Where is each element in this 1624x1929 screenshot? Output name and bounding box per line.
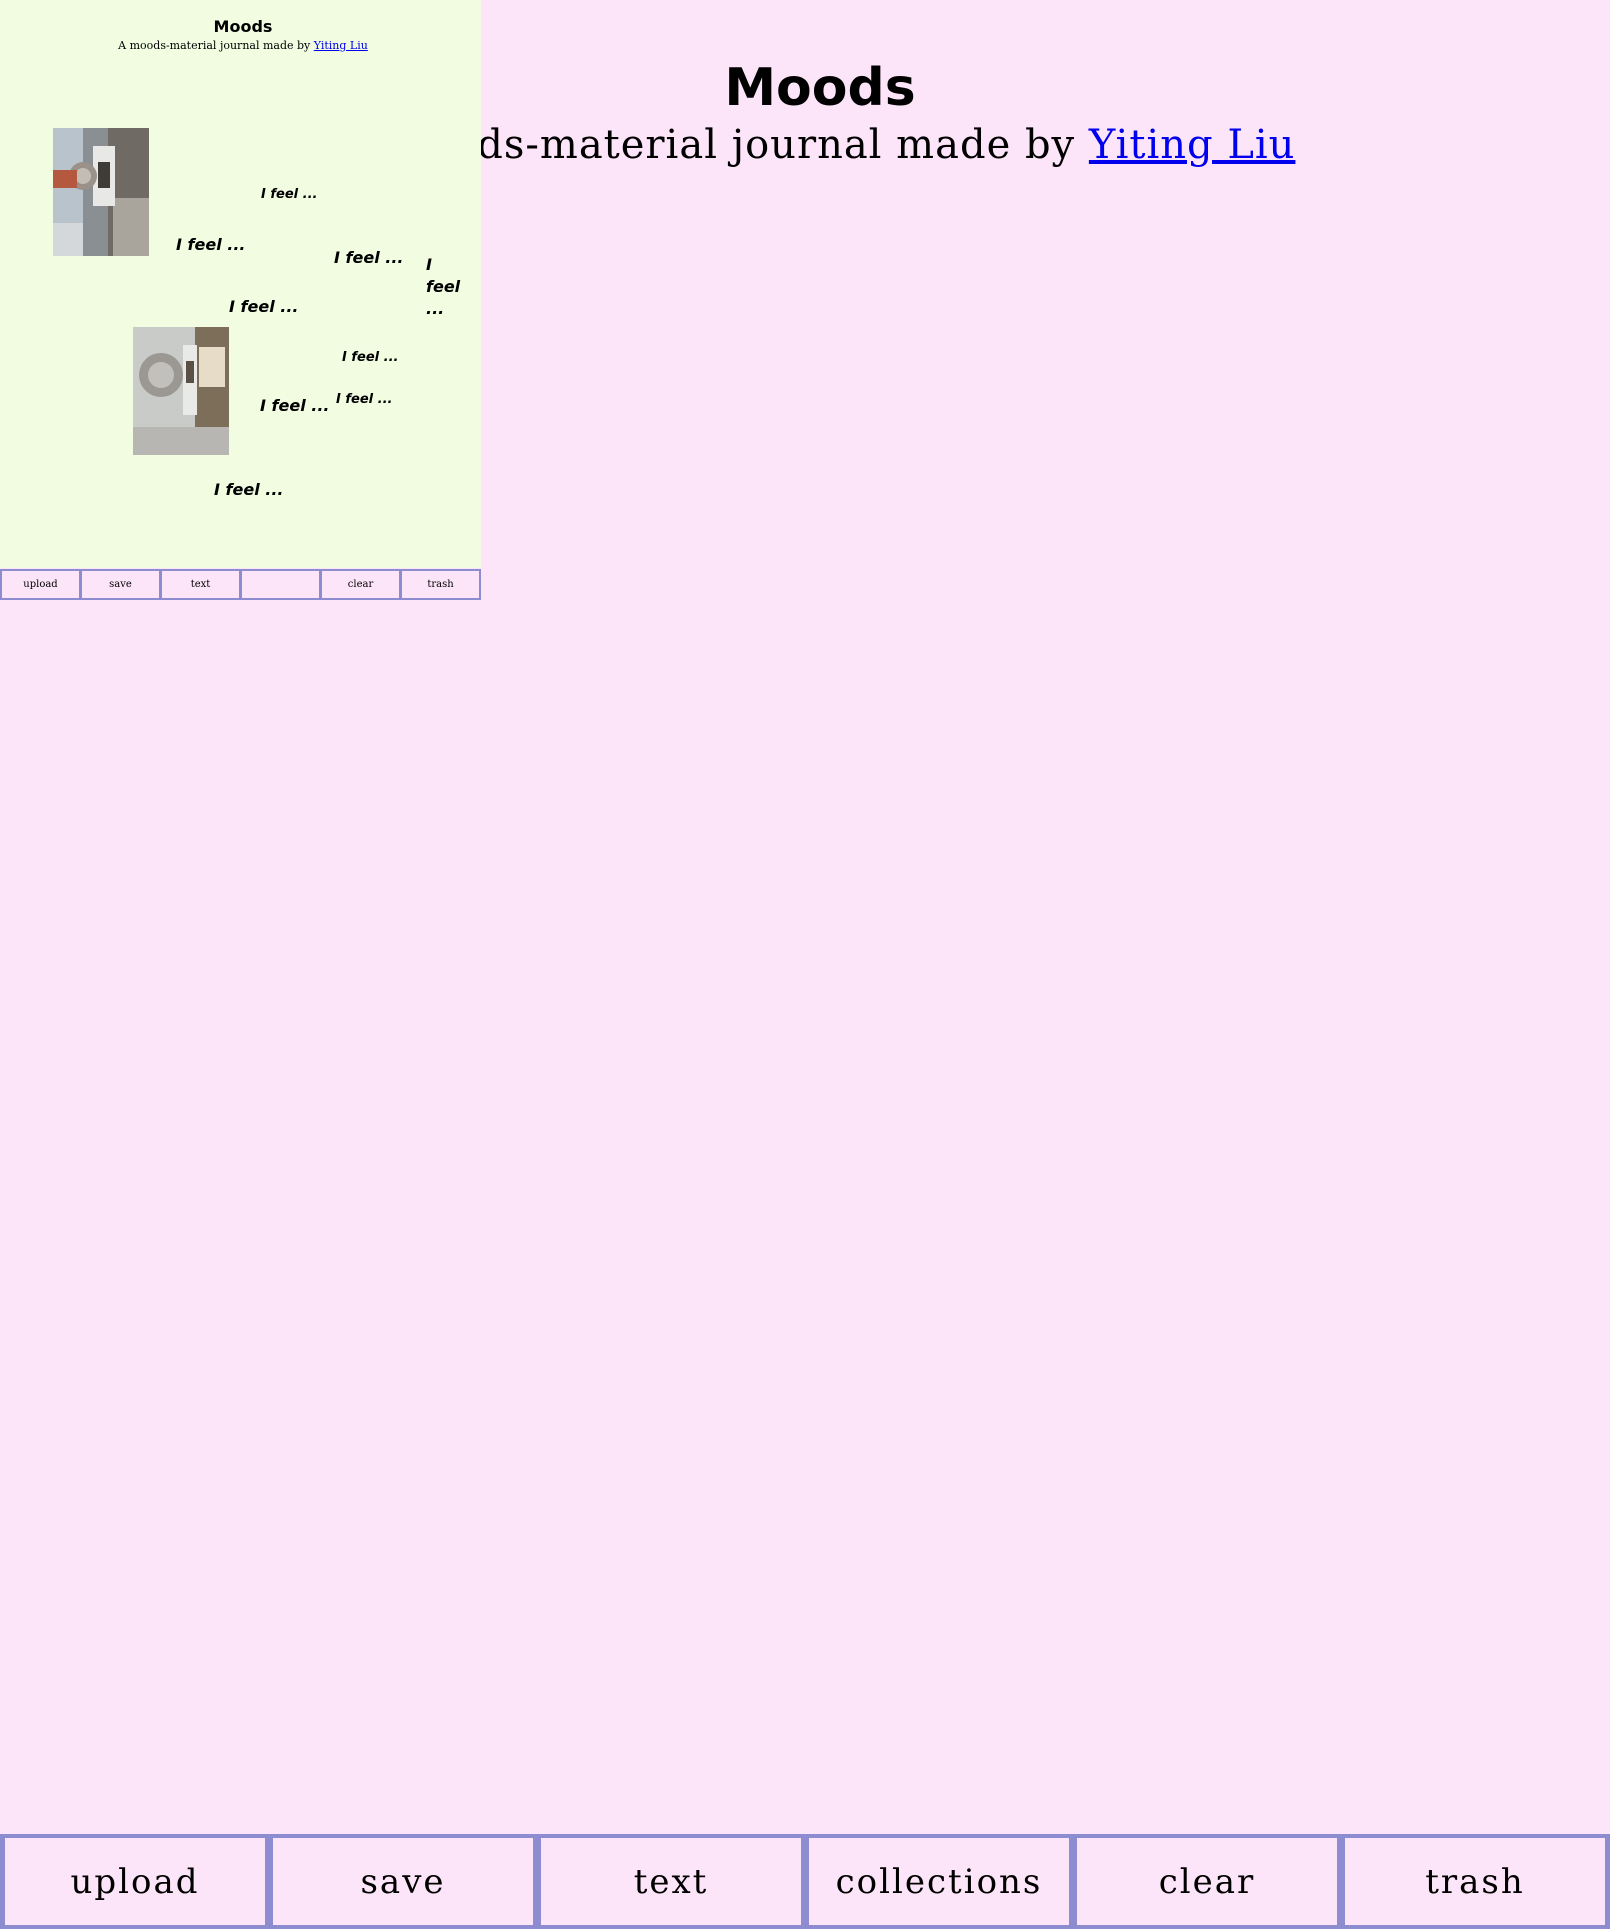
bottom-toolbar: upload save text collections clear trash: [0, 1834, 1610, 1929]
preview-upload-button[interactable]: upload: [2, 571, 79, 598]
preview-text-button[interactable]: text: [162, 571, 239, 598]
mood-note[interactable]: I feel ...: [229, 297, 298, 316]
preview-subtitle-text: A moods-material journal made by: [118, 39, 314, 52]
mood-note[interactable]: I feel ...: [426, 254, 460, 320]
trash-button[interactable]: trash: [1345, 1838, 1605, 1925]
mood-note[interactable]: I feel ...: [336, 392, 392, 407]
mood-note[interactable]: I feel ...: [261, 187, 317, 202]
save-button[interactable]: save: [273, 1838, 533, 1925]
mood-note[interactable]: I feel ...: [334, 248, 403, 267]
clear-button[interactable]: clear: [1077, 1838, 1337, 1925]
mood-note[interactable]: I feel ...: [260, 396, 329, 415]
mood-note[interactable]: I feel ...: [342, 350, 398, 365]
door-knob-photo[interactable]: [133, 327, 229, 455]
text-button[interactable]: text: [541, 1838, 801, 1925]
preview-collections-button[interactable]: [242, 571, 319, 598]
preview-trash-button[interactable]: trash: [402, 571, 479, 598]
preview-title: Moods: [213, 17, 273, 36]
journal-preview: Moods A moods-material journal made by Y…: [0, 0, 481, 600]
author-link[interactable]: Yiting Liu: [1089, 122, 1296, 168]
mood-note[interactable]: I feel ...: [214, 480, 283, 499]
preview-subtitle: A moods-material journal made by Yiting …: [0, 39, 486, 52]
mood-note[interactable]: I feel ...: [176, 235, 245, 254]
door-knob-photo[interactable]: [53, 128, 149, 256]
preview-toolbar: upload save text clear trash: [0, 569, 481, 600]
upload-button[interactable]: upload: [5, 1838, 265, 1925]
preview-author-link[interactable]: Yiting Liu: [314, 39, 368, 52]
collections-button[interactable]: collections: [809, 1838, 1069, 1925]
preview-clear-button[interactable]: clear: [322, 571, 399, 598]
preview-canvas: Moods A moods-material journal made by Y…: [0, 0, 481, 568]
preview-save-button[interactable]: save: [82, 571, 159, 598]
